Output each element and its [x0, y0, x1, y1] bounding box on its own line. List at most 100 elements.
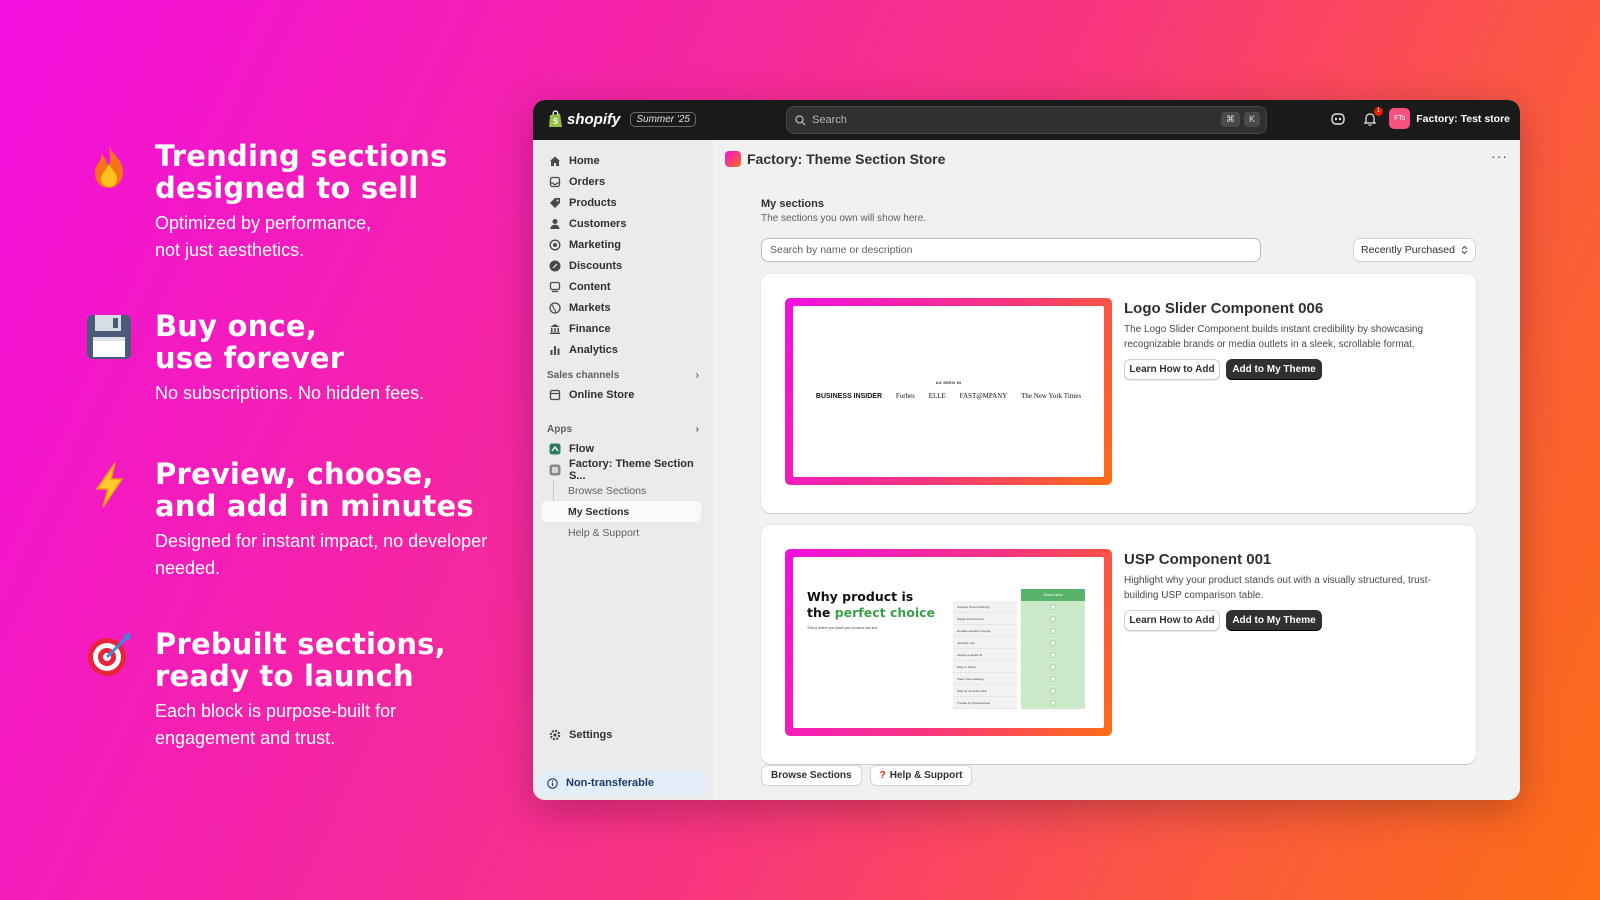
sidebar-subitem-my-sections[interactable]: My Sections [541, 501, 701, 522]
browse-sections-label: Browse Sections [771, 770, 852, 781]
sidebar-subitem-help-support[interactable]: Help & Support [541, 522, 701, 543]
feature-body-line1: Each block is purpose-built for [155, 701, 397, 721]
question-icon: ? [879, 770, 886, 781]
search-icon [795, 114, 806, 125]
usp-headline: Why product is the perfect choice [807, 589, 935, 621]
inbox-icon [549, 176, 561, 188]
store-switcher[interactable]: FTs Factory: Test store [1389, 108, 1510, 129]
shopify-logo[interactable]: S shopify Summer '25 [548, 110, 696, 128]
sidebar-item-label: Finance [569, 322, 611, 335]
non-transferable-label: Non-transferable [566, 777, 655, 789]
apps-header[interactable]: Apps › [547, 424, 699, 435]
sidebar-item-marketing[interactable]: Marketing [541, 234, 701, 255]
feature-body-line1: Optimized by performance, [155, 213, 372, 233]
section-title: My sections [761, 198, 824, 210]
add-to-my-theme-button[interactable]: Add to My Theme [1226, 359, 1322, 380]
sidebar-item-discounts[interactable]: Discounts [541, 255, 701, 276]
tag-icon [549, 197, 561, 209]
sidebar-item-markets[interactable]: Markets [541, 297, 701, 318]
sidebar-item-label: Content [569, 280, 611, 293]
add-to-my-theme-button[interactable]: Add to My Theme [1226, 610, 1322, 631]
bank-icon [549, 323, 561, 335]
sidebar-item-label: Factory: Theme Section S... [569, 457, 694, 482]
sidebar-item-label: Settings [569, 728, 613, 741]
sidebar-item-label: Analytics [569, 343, 618, 356]
more-actions-button[interactable]: ··· [1491, 148, 1508, 164]
help-support-label: Help & Support [889, 770, 963, 781]
feature-title-line1: Trending sections [155, 139, 448, 173]
sidebar-item-label: Online Store [569, 388, 635, 401]
usp-row-labels: Superior Sound Filtering Stylish and Dis… [953, 601, 1017, 709]
usp-row: Versatile Use [953, 637, 1017, 649]
section-subtitle: The sections you own will show here. [761, 213, 927, 224]
store-avatar: FTs [1389, 108, 1411, 129]
person-icon [549, 218, 561, 230]
sales-channels-label: Sales channels [547, 370, 620, 381]
check-icon [1021, 697, 1085, 709]
target-icon [84, 628, 134, 682]
learn-how-to-add-button[interactable]: Learn How to Add [1124, 610, 1220, 631]
sidekick-icon[interactable] [1330, 111, 1348, 129]
sort-label: Recently Purchased [1361, 244, 1455, 256]
sidebar-item-analytics[interactable]: Analytics [541, 339, 701, 360]
section-preview-thumbnail[interactable]: AS SEEN IN BUSINESS INSIDER Forbes ELLE … [785, 298, 1112, 485]
edition-badge[interactable]: Summer '25 [630, 111, 696, 127]
sidebar-item-finance[interactable]: Finance [541, 318, 701, 339]
sidebar-item-content[interactable]: Content [541, 276, 701, 297]
feature-body-line2: not just aesthetics. [155, 240, 305, 260]
logo-elle: ELLE [928, 392, 946, 400]
help-support-button[interactable]: ? Help & Support [869, 765, 973, 786]
usp-row: Trusted by Professionals [953, 697, 1017, 709]
sidebar-item-label: Discounts [569, 259, 623, 272]
store-name: Factory: Test store [1416, 112, 1510, 125]
section-card-description: The Logo Slider Component builds instant… [1124, 324, 1424, 350]
discount-icon [549, 260, 561, 272]
page-header: Factory: Theme Section Store [725, 151, 945, 167]
bell-icon[interactable]: 1 [1362, 107, 1383, 129]
check-icon [1021, 649, 1085, 661]
info-icon [547, 777, 558, 789]
sidebar-subitem-label: Browse Sections [568, 484, 647, 497]
sidebar-item-label: Marketing [569, 238, 621, 251]
shortcut-key-k: K [1243, 112, 1260, 127]
check-icon [1021, 601, 1085, 613]
sections-search-input[interactable]: Search by name or description [761, 238, 1261, 262]
sidebar-item-settings[interactable]: Settings [541, 724, 701, 745]
check-icon [1021, 613, 1085, 625]
feature-body-line1: No subscriptions. No hidden fees. [155, 383, 425, 403]
check-icon [1021, 625, 1085, 637]
sidebar-item-flow[interactable]: Flow [541, 438, 701, 459]
sidebar-subitem-label: Help & Support [568, 526, 640, 539]
usp-subtext: This is where you place your product sub… [807, 626, 879, 630]
svg-text:S: S [553, 117, 559, 126]
search-placeholder: Search [812, 114, 847, 126]
logo-business-insider: BUSINESS INSIDER [815, 392, 883, 400]
sidebar-item-online-store[interactable]: Online Store [541, 384, 701, 405]
sidebar-item-factory-app[interactable]: Factory: Theme Section S... [541, 457, 701, 482]
browse-sections-button[interactable]: Browse Sections [761, 765, 862, 786]
feature-title-line1: Prebuilt sections, [155, 627, 446, 661]
usp-column-header: Brand name [1021, 589, 1085, 601]
non-transferable-banner[interactable]: Non-transferable [539, 770, 707, 796]
storefront-icon [549, 389, 561, 401]
sidebar-item-products[interactable]: Products [541, 192, 701, 213]
learn-how-to-add-button[interactable]: Learn How to Add [1124, 359, 1220, 380]
logo-slider-preview: AS SEEN IN BUSINESS INSIDER Forbes ELLE … [793, 306, 1104, 477]
sidebar-item-home[interactable]: Home [541, 150, 701, 171]
app-icon [549, 464, 561, 476]
sidebar-item-label: Markets [569, 301, 611, 314]
sidebar-item-orders[interactable]: Orders [541, 171, 701, 192]
sidebar-subitem-browse-sections[interactable]: Browse Sections [541, 480, 701, 501]
sort-select[interactable]: Recently Purchased [1353, 238, 1476, 262]
content-icon [549, 281, 561, 293]
global-search-input[interactable]: Search ⌘ K [786, 106, 1267, 134]
as-seen-in-label: AS SEEN IN [935, 380, 962, 385]
section-preview-thumbnail[interactable]: Why product is the perfect choice This i… [785, 549, 1112, 736]
sidebar-item-customers[interactable]: Customers [541, 213, 701, 234]
usp-preview: Why product is the perfect choice This i… [793, 557, 1104, 728]
section-card-description: Highlight why your product stands out wi… [1124, 575, 1431, 601]
logo-nyt: The New York Times [1021, 392, 1082, 400]
sales-channels-header[interactable]: Sales channels › [547, 370, 699, 381]
search-shortcut: ⌘ K [1220, 112, 1260, 127]
select-caret-icon [1461, 245, 1468, 255]
